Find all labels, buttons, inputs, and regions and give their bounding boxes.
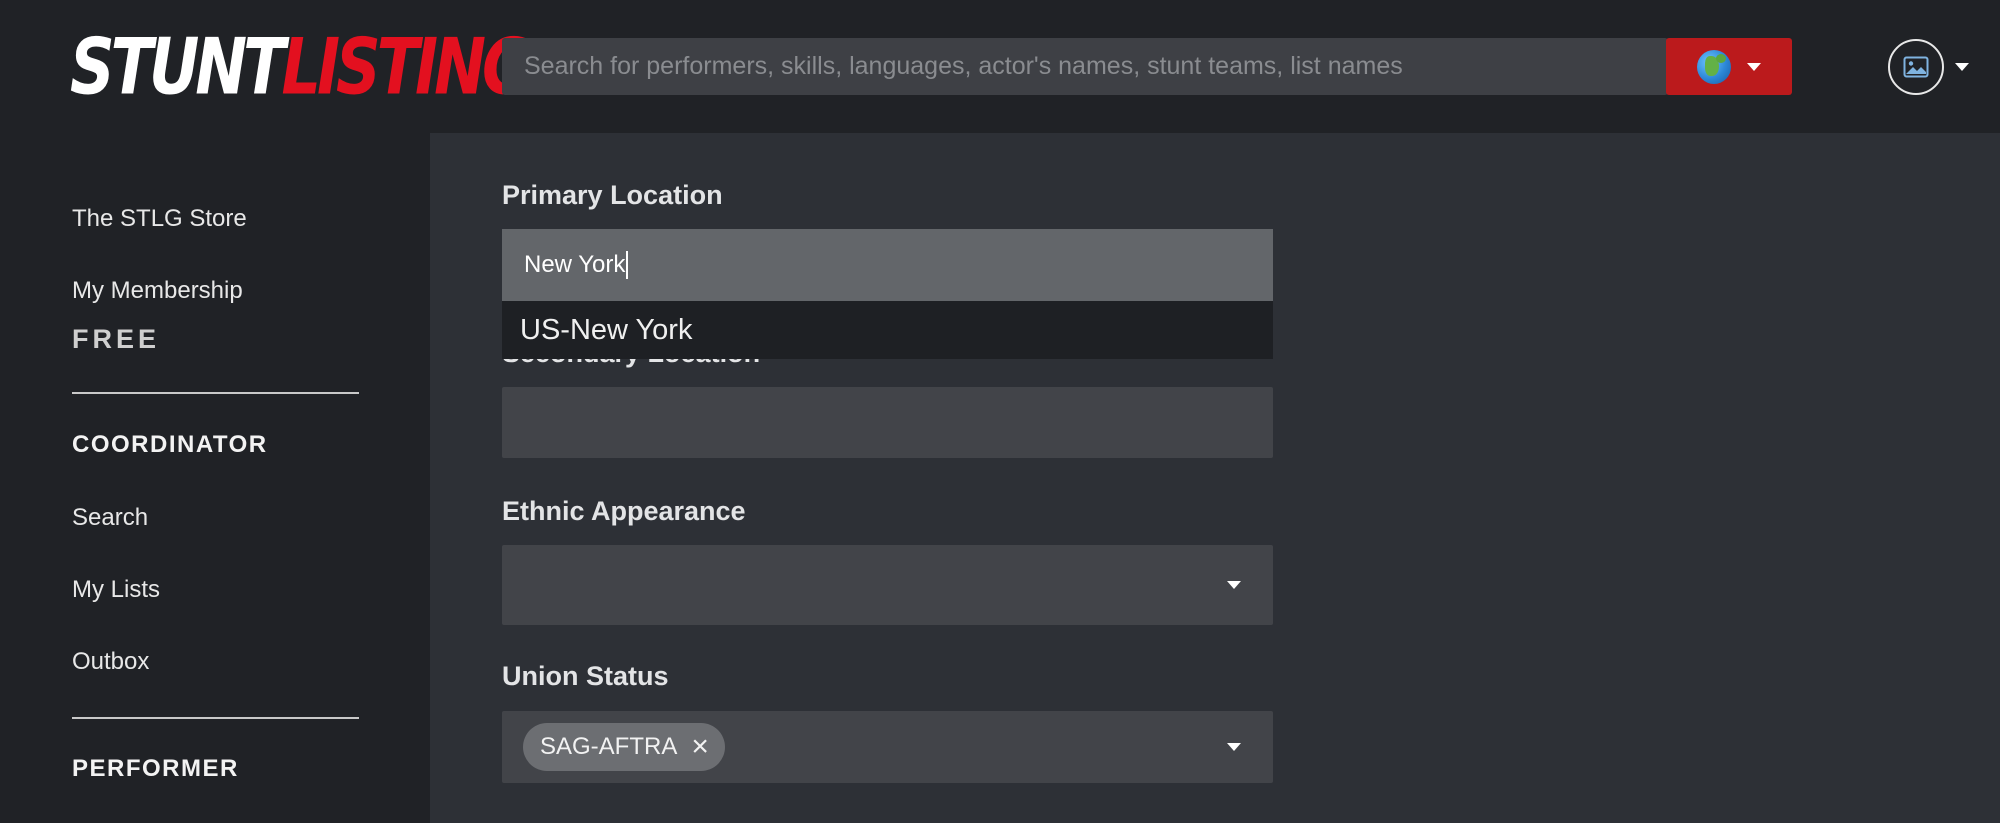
- sidebar-item-search[interactable]: Search: [72, 504, 148, 532]
- primary-location-label: Primary Location: [502, 180, 723, 210]
- sidebar-divider: [72, 717, 359, 719]
- chip-label: SAG-AFTRA: [540, 733, 678, 760]
- ethnic-appearance-select[interactable]: [502, 545, 1273, 625]
- stuntlisting-logo[interactable]: STUNT LISTING: [70, 11, 533, 121]
- chevron-down-icon: [1227, 743, 1241, 751]
- primary-location-value: New York: [502, 250, 629, 280]
- primary-location-input[interactable]: New York: [502, 229, 1273, 301]
- union-status-label: Union Status: [502, 661, 669, 691]
- chevron-down-icon: [1227, 581, 1241, 589]
- user-menu-chevron-icon[interactable]: [1955, 63, 1969, 71]
- remove-chip-icon[interactable]: ×: [691, 732, 709, 762]
- union-status-chip: SAG-AFTRA ×: [523, 723, 725, 771]
- ethnic-appearance-label: Ethnic Appearance: [502, 496, 746, 526]
- location-suggestion-option[interactable]: US-New York: [502, 314, 692, 347]
- image-icon: [1903, 56, 1929, 78]
- sidebar-divider: [72, 392, 359, 394]
- membership-tier-label: FREE: [72, 324, 161, 354]
- primary-location-text: New York: [524, 250, 626, 278]
- sidebar-item-my-lists[interactable]: My Lists: [72, 576, 160, 604]
- user-avatar-button[interactable]: [1888, 39, 1944, 95]
- sidebar-item-outbox[interactable]: Outbox: [72, 648, 149, 676]
- region-selector-button[interactable]: [1666, 38, 1792, 95]
- logo-text-stunt: STUNT: [70, 20, 285, 112]
- location-suggestions-dropdown: US-New York: [502, 301, 1273, 359]
- globe-icon: [1697, 49, 1731, 84]
- global-search-input[interactable]: [502, 38, 1668, 95]
- chevron-down-icon: [1747, 62, 1761, 71]
- sidebar-section-coordinator: COORDINATOR: [72, 431, 268, 458]
- sidebar: The STLG Store My Membership FREE COORDI…: [0, 133, 430, 823]
- top-header: STUNT LISTING: [0, 0, 2000, 133]
- text-cursor: [626, 251, 629, 280]
- sidebar-section-performer: PERFORMER: [72, 755, 239, 782]
- sidebar-item-my-membership[interactable]: My Membership: [72, 277, 243, 305]
- logo-text-listing: LISTING: [281, 20, 532, 112]
- union-status-select[interactable]: SAG-AFTRA ×: [502, 711, 1273, 783]
- secondary-location-input[interactable]: [502, 387, 1273, 458]
- sidebar-item-stlg-store[interactable]: The STLG Store: [72, 205, 247, 233]
- global-search-bar: [502, 38, 1668, 95]
